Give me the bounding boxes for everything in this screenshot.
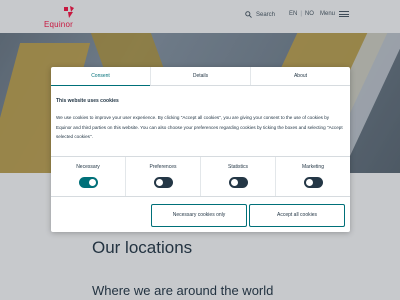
toggle-necessary-label: Necessary bbox=[76, 164, 100, 170]
toggle-necessary-cell: Necessary bbox=[51, 157, 125, 196]
tab-details[interactable]: Details bbox=[150, 67, 250, 85]
tab-consent[interactable]: Consent bbox=[51, 67, 150, 86]
toggle-statistics-cell: Statistics bbox=[200, 157, 275, 196]
toggle-statistics-label: Statistics bbox=[227, 164, 248, 170]
toggle-necessary[interactable] bbox=[78, 177, 98, 188]
toggle-marketing-label: Marketing bbox=[302, 164, 324, 170]
toggle-marketing[interactable] bbox=[303, 177, 323, 188]
toggle-preferences-label: Preferences bbox=[149, 164, 177, 170]
consent-tabs: Consent Details About bbox=[51, 67, 350, 86]
toggle-preferences[interactable] bbox=[153, 177, 173, 188]
toggle-marketing-cell: Marketing bbox=[275, 157, 350, 196]
cookie-category-toggles: Necessary Preferences Statistics Marketi… bbox=[51, 156, 350, 196]
necessary-cookies-only-button[interactable]: Necessary cookies only bbox=[151, 204, 247, 227]
tab-about[interactable]: About bbox=[250, 67, 350, 85]
consent-actions: Necessary cookies only Accept all cookie… bbox=[51, 196, 350, 232]
toggle-statistics[interactable] bbox=[228, 177, 248, 188]
consent-heading: This website uses cookies bbox=[56, 98, 119, 104]
toggle-preferences-cell: Preferences bbox=[125, 157, 200, 196]
accept-all-cookies-button[interactable]: Accept all cookies bbox=[249, 204, 345, 227]
cookie-consent-dialog: Consent Details About This website uses … bbox=[51, 67, 350, 232]
consent-content: This website uses cookies We use cookies… bbox=[51, 86, 350, 142]
consent-body: We use cookies to improve your user expe… bbox=[56, 115, 343, 139]
